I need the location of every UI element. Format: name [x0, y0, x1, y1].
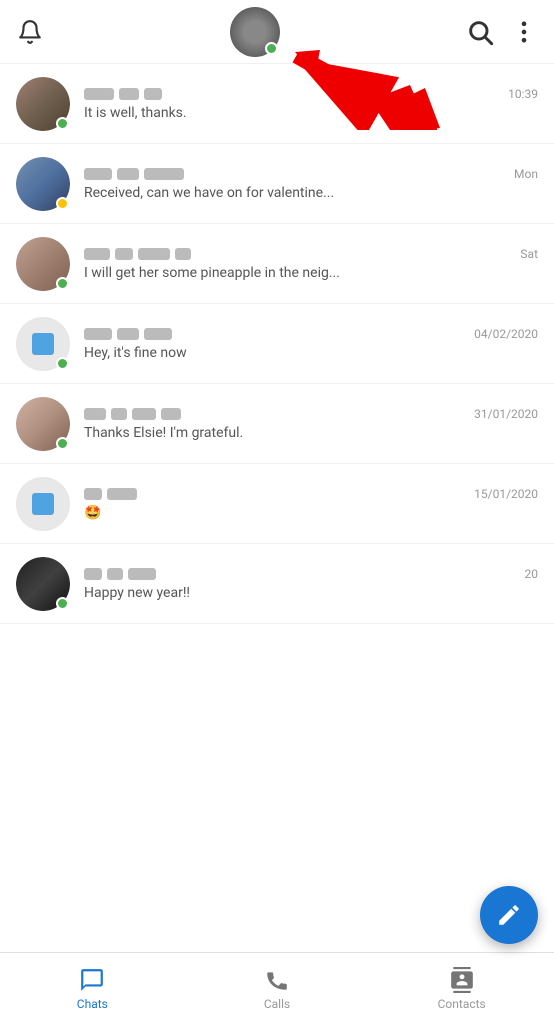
name-placeholder	[84, 568, 102, 580]
online-indicator	[56, 357, 69, 370]
online-indicator	[56, 597, 69, 610]
chat-message: I will get her some pineapple in the nei…	[84, 265, 538, 281]
chat-avatar	[16, 317, 70, 371]
chat-avatar	[16, 237, 70, 291]
online-indicator	[56, 437, 69, 450]
name-placeholder	[175, 248, 191, 260]
chat-list-item[interactable]: 04/02/2020 Hey, it's fine now	[0, 304, 554, 384]
more-options-icon[interactable]	[510, 18, 538, 46]
name-placeholder	[115, 248, 133, 260]
name-placeholder	[84, 328, 112, 340]
chat-name	[84, 168, 184, 180]
header	[0, 0, 554, 64]
chat-info: 10:39 It is well, thanks.	[84, 87, 538, 121]
chat-avatar	[16, 157, 70, 211]
nav-item-chats[interactable]: Chats	[0, 953, 185, 1024]
chat-list-item[interactable]: 15/01/2020 🤩	[0, 464, 554, 544]
name-placeholder	[107, 488, 137, 500]
chat-info: 31/01/2020 Thanks Elsie! I'm grateful.	[84, 407, 538, 441]
name-placeholder	[84, 248, 110, 260]
chat-message: 🤩	[84, 505, 538, 521]
name-placeholder	[144, 168, 184, 180]
name-placeholder	[161, 408, 181, 420]
chat-time: Mon	[514, 167, 538, 181]
chat-time: 04/02/2020	[474, 327, 538, 341]
name-placeholder	[119, 88, 139, 100]
name-placeholder	[84, 488, 102, 500]
name-placeholder	[117, 328, 139, 340]
profile-avatar[interactable]	[230, 7, 280, 57]
chat-info: 15/01/2020 🤩	[84, 487, 538, 521]
nav-item-calls[interactable]: Calls	[185, 953, 370, 1024]
online-indicator	[56, 117, 69, 130]
nav-contacts-label: Contacts	[438, 997, 486, 1011]
online-indicator	[56, 277, 69, 290]
chat-name	[84, 488, 137, 500]
search-icon[interactable]	[466, 18, 494, 46]
chat-list: 10:39 It is well, thanks. Mon Received, …	[0, 64, 554, 624]
chat-avatar	[16, 557, 70, 611]
name-placeholder	[84, 168, 112, 180]
chat-list-item[interactable]: 10:39 It is well, thanks.	[0, 64, 554, 144]
chat-message: Hey, it's fine now	[84, 345, 538, 361]
profile-online-indicator	[265, 42, 278, 55]
chat-time: 10:39	[508, 87, 538, 101]
chat-avatar	[16, 477, 70, 531]
chat-info: Sat I will get her some pineapple in the…	[84, 247, 538, 281]
name-placeholder	[117, 168, 139, 180]
chat-name	[84, 408, 181, 420]
chat-info: Mon Received, can we have on for valenti…	[84, 167, 538, 201]
online-indicator	[56, 197, 69, 210]
chat-list-item[interactable]: Mon Received, can we have on for valenti…	[0, 144, 554, 224]
chat-message: Happy new year!!	[84, 585, 538, 601]
chat-list-item[interactable]: Sat I will get her some pineapple in the…	[0, 224, 554, 304]
chat-info: 20 Happy new year!!	[84, 567, 538, 601]
name-placeholder	[111, 408, 127, 420]
nav-calls-label: Calls	[264, 997, 290, 1011]
compose-button[interactable]	[480, 886, 538, 944]
chat-name	[84, 88, 162, 100]
chat-time: Sat	[520, 247, 538, 261]
chat-avatar	[16, 397, 70, 451]
chat-time: 20	[525, 567, 539, 581]
chat-name	[84, 248, 191, 260]
chat-name	[84, 568, 156, 580]
chat-list-item[interactable]: 20 Happy new year!!	[0, 544, 554, 624]
name-placeholder	[84, 88, 114, 100]
chat-message: Received, can we have on for valentine..…	[84, 185, 538, 201]
name-placeholder	[128, 568, 156, 580]
chat-list-item[interactable]: 31/01/2020 Thanks Elsie! I'm grateful.	[0, 384, 554, 464]
nav-chats-label: Chats	[77, 997, 108, 1011]
name-placeholder	[144, 88, 162, 100]
chat-time: 31/01/2020	[474, 407, 538, 421]
chat-info: 04/02/2020 Hey, it's fine now	[84, 327, 538, 361]
name-placeholder	[138, 248, 170, 260]
chat-avatar	[16, 77, 70, 131]
nav-item-contacts[interactable]: Contacts	[369, 953, 554, 1024]
chat-time: 15/01/2020	[474, 487, 538, 501]
chat-message: Thanks Elsie! I'm grateful.	[84, 425, 538, 441]
name-placeholder	[84, 408, 106, 420]
name-placeholder	[107, 568, 123, 580]
chat-name	[84, 328, 172, 340]
bell-icon[interactable]	[16, 18, 44, 46]
name-placeholder	[132, 408, 156, 420]
bottom-navigation: Chats Calls Contacts	[0, 952, 554, 1024]
chat-message: It is well, thanks.	[84, 105, 538, 121]
name-placeholder	[144, 328, 172, 340]
